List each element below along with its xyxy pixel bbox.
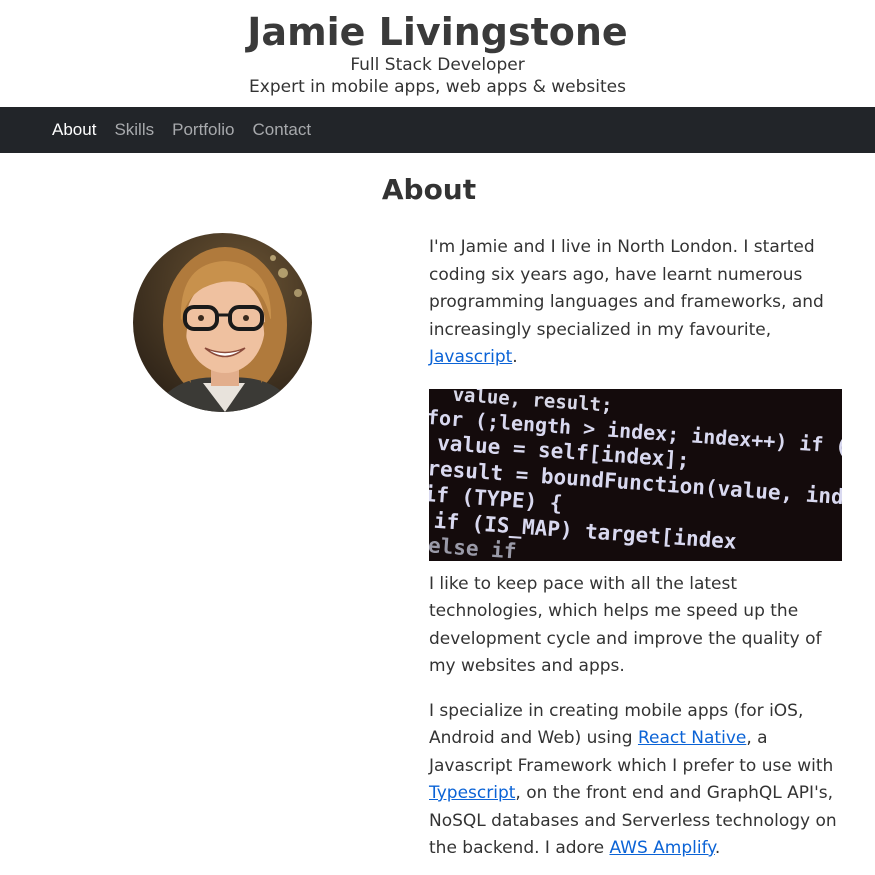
site-title: Jamie Livingstone bbox=[247, 10, 628, 54]
nav-item-portfolio[interactable]: Portfolio bbox=[172, 120, 234, 140]
section-title: About bbox=[381, 173, 477, 206]
about-paragraph-2: I like to keep pace with all the latest … bbox=[429, 573, 822, 677]
about-content: I'm Jamie and I live in North London. I … bbox=[429, 234, 849, 875]
javascript-link[interactable]: Javascript bbox=[429, 347, 512, 367]
about-paragraph-1: I'm Jamie and I live in North London. I … bbox=[429, 234, 849, 372]
typescript-link[interactable]: Typescript bbox=[429, 783, 515, 803]
about-paragraph-3: I specialize in creating mobile apps (fo… bbox=[429, 698, 849, 863]
site-header: Jamie Livingstone Full Stack Developer E… bbox=[0, 0, 875, 107]
profile-photo bbox=[133, 233, 312, 412]
code-image: value, result; for (;length > index; ind… bbox=[429, 388, 842, 561]
site-role: Full Stack Developer bbox=[350, 55, 525, 75]
site-tagline: Expert in mobile apps, web apps & websit… bbox=[249, 77, 626, 97]
aws-amplify-link[interactable]: AWS Amplify bbox=[609, 838, 714, 858]
nav-item-skills[interactable]: Skills bbox=[114, 120, 154, 140]
react-native-link[interactable]: React Native bbox=[638, 728, 746, 748]
about-text-3d: . bbox=[714, 838, 721, 858]
about-text-1: I'm Jamie and I live in North London. I … bbox=[429, 237, 824, 340]
about-text-1-end: . bbox=[512, 347, 518, 367]
navbar: About Skills Portfolio Contact bbox=[0, 107, 875, 153]
nav-item-about[interactable]: About bbox=[52, 120, 96, 140]
nav-item-contact[interactable]: Contact bbox=[252, 120, 311, 140]
